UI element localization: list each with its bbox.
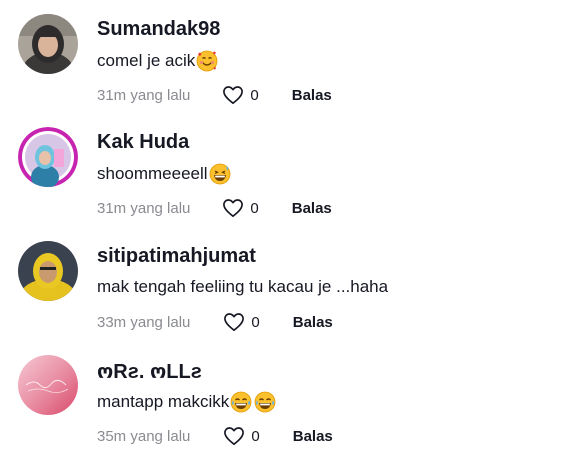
comment-text-content: comel je acik bbox=[97, 51, 196, 70]
comment-timestamp: 33m yang lalu bbox=[97, 313, 191, 331]
heart-outline-icon bbox=[223, 86, 244, 104]
reply-button[interactable]: Balas bbox=[293, 314, 333, 331]
heart-outline-icon bbox=[223, 199, 244, 217]
like-button[interactable]: 0 bbox=[222, 198, 259, 218]
reply-button[interactable]: Balas bbox=[292, 87, 332, 104]
comment-username[interactable]: ოRƨ. ოLLƨ bbox=[97, 359, 202, 384]
like-button[interactable]: 0 bbox=[223, 426, 260, 446]
comment-text: shoommeeeell bbox=[97, 163, 231, 185]
heart-outline-icon bbox=[224, 427, 245, 445]
comment-meta: 35m yang lalu 0 Balas bbox=[97, 425, 333, 447]
avatar[interactable] bbox=[18, 14, 78, 74]
avatar[interactable] bbox=[18, 241, 78, 301]
comment-meta: 33m yang lalu 0 Balas bbox=[97, 311, 333, 333]
avatar[interactable] bbox=[18, 127, 78, 187]
comment-username[interactable]: Kak Huda bbox=[97, 131, 189, 154]
like-count: 0 bbox=[251, 427, 260, 445]
comment-text: comel je acik bbox=[97, 50, 218, 72]
avatar[interactable] bbox=[18, 355, 78, 415]
comment-item: sitipatimahjumat mak tengah feeliing tu … bbox=[0, 227, 586, 337]
tears-of-joy-emoji bbox=[254, 391, 276, 413]
reply-button[interactable]: Balas bbox=[292, 200, 332, 217]
like-button[interactable]: 0 bbox=[223, 312, 260, 332]
comment-meta: 31m yang lalu 0 Balas bbox=[97, 84, 332, 106]
tears-of-joy-emoji bbox=[230, 391, 252, 413]
comment-timestamp: 35m yang lalu bbox=[97, 427, 191, 445]
comment-username[interactable]: sitipatimahjumat bbox=[97, 245, 256, 268]
comment-item: Kak Huda shoommeeeell 31m yang lalu 0 Ba… bbox=[0, 113, 586, 223]
like-button[interactable]: 0 bbox=[222, 85, 259, 105]
comment-text: mak tengah feeliing tu kacau je ...haha bbox=[97, 277, 388, 297]
like-count: 0 bbox=[250, 86, 259, 104]
smiling-face-with-hearts-emoji bbox=[196, 50, 218, 72]
comment-meta: 31m yang lalu 0 Balas bbox=[97, 197, 332, 219]
comment-text-content: shoommeeeell bbox=[97, 164, 208, 183]
comment-text-content: mantapp makcikk bbox=[97, 392, 230, 411]
comment-item: Sumandak98 comel je acik 31m yang lalu 0 bbox=[0, 0, 586, 110]
comment-timestamp: 31m yang lalu bbox=[97, 199, 191, 217]
comment-item: ოRƨ. ოLLƨ mantapp makcikk 35m yang lalu … bbox=[0, 341, 586, 451]
like-count: 0 bbox=[250, 199, 259, 217]
comment-text: mantapp makcikk bbox=[97, 391, 276, 413]
comment-username[interactable]: Sumandak98 bbox=[97, 18, 220, 41]
comment-timestamp: 31m yang lalu bbox=[97, 86, 191, 104]
grinning-sweat-emoji bbox=[209, 163, 231, 185]
heart-outline-icon bbox=[224, 313, 245, 331]
like-count: 0 bbox=[251, 313, 260, 331]
reply-button[interactable]: Balas bbox=[293, 428, 333, 445]
comment-text-content: mak tengah feeliing tu kacau je ...haha bbox=[97, 277, 389, 296]
